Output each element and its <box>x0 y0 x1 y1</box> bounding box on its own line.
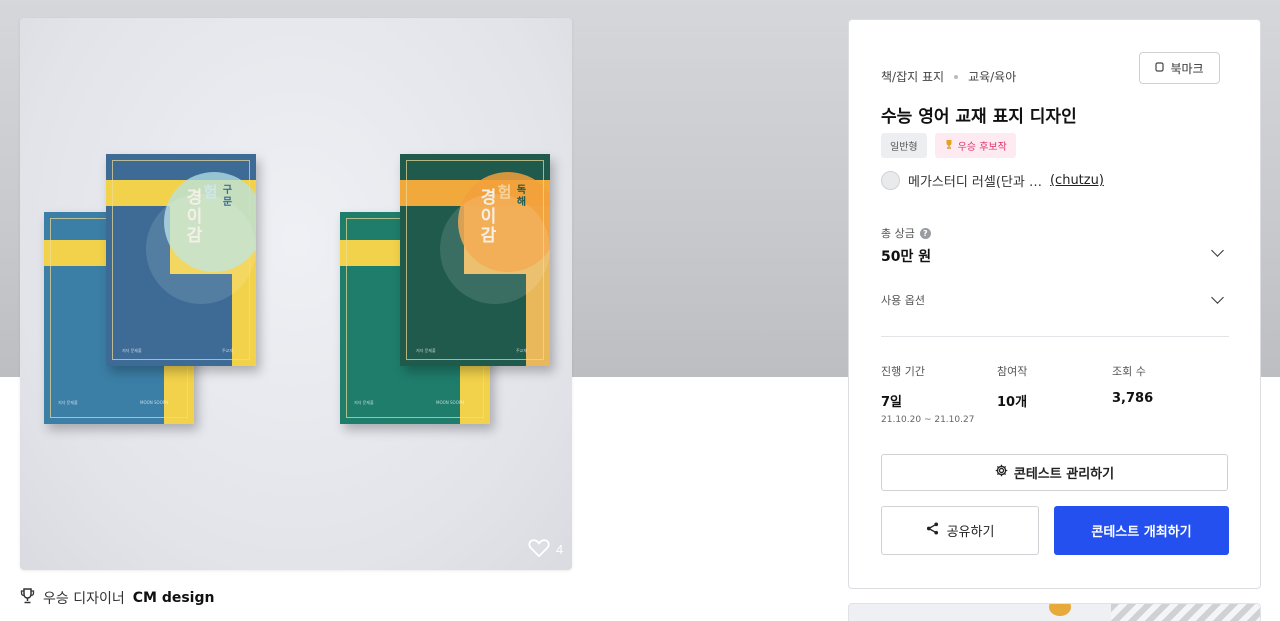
like-button[interactable]: 4 <box>528 538 563 560</box>
stat-entries-value: 10개 <box>997 395 1028 410</box>
book-footer-left: 저자 문제풀 <box>58 400 78 405</box>
share-icon <box>926 522 939 539</box>
heart-icon <box>528 538 550 560</box>
stat-views-label: 조회 수 <box>1112 365 1146 378</box>
book-subtitle: 구문 <box>220 184 231 208</box>
bookmark-icon <box>1155 61 1165 75</box>
like-count: 4 <box>556 541 564 557</box>
stat-period-dates: 21.10.20 ~ 21.10.27 <box>881 415 975 425</box>
contest-info-panel: 책/잡지 표지 교육/육아 북마크 수능 영어 교재 표지 디자인 일반형 우승… <box>848 19 1261 589</box>
book-spine-text: MOON SOOPH <box>436 400 465 405</box>
breadcrumb-separator <box>954 74 959 79</box>
winner-prefix: 우승 디자이너 <box>43 591 125 607</box>
breadcrumb-category[interactable]: 책/잡지 표지 <box>881 68 944 85</box>
gear-icon <box>995 464 1008 481</box>
book-footer-left: 저자 문제풀 <box>416 348 436 353</box>
manage-contest-label: 콘테스트 관리하기 <box>1013 467 1115 482</box>
trophy-icon <box>20 588 35 608</box>
client-info[interactable]: 메가스터디 러셀(단과 … (chutzu) <box>881 171 1104 190</box>
badge-row: 일반형 우승 후보작 <box>881 133 1016 158</box>
stat-period-label: 진행 기간 <box>881 365 925 378</box>
avatar <box>881 171 900 190</box>
candidate-badge-label: 우승 후보작 <box>957 142 1007 153</box>
divider <box>881 336 1229 337</box>
breadcrumb-subcategory[interactable]: 교육/육아 <box>968 68 1016 85</box>
book-footer-right: 주교재 <box>516 348 528 353</box>
prize-label: 총 상금 <box>881 227 915 240</box>
bookmark-label: 북마크 <box>1170 61 1204 76</box>
bookmark-button[interactable]: 북마크 <box>1139 52 1220 84</box>
next-card-preview[interactable] <box>848 603 1261 621</box>
book-teal-front: 경이감 험 독해 저자 문제풀 주교재 <box>400 154 550 366</box>
stat-views-value: 3,786 <box>1112 391 1154 406</box>
share-button[interactable]: 공유하기 <box>881 506 1039 555</box>
chevron-down-icon[interactable] <box>1211 291 1224 304</box>
book-blue-front: 경이감 험 구문 저자 문제풀 주교재 <box>106 154 256 366</box>
book-footer-right: 주교재 <box>222 348 234 353</box>
book-subtitle: 독해 <box>514 184 525 208</box>
book-footer-left: 저자 문제풀 <box>122 348 142 353</box>
contest-title: 수능 영어 교재 표지 디자인 <box>881 107 1077 127</box>
usage-options-label: 사용 옵션 <box>881 294 925 307</box>
breadcrumb: 책/잡지 표지 교육/육아 <box>881 68 1016 85</box>
client-name: 메가스터디 러셀(단과 … <box>908 175 1042 190</box>
share-label: 공유하기 <box>946 525 995 540</box>
host-contest-button[interactable]: 콘테스트 개최하기 <box>1054 506 1229 555</box>
prize-label-row: 총 상금 ? <box>881 225 931 241</box>
manage-contest-button[interactable]: 콘테스트 관리하기 <box>881 454 1228 491</box>
stat-period-value: 7일 <box>881 395 903 410</box>
prize-value: 50만 원 <box>881 249 932 265</box>
winner-name[interactable]: CM design <box>133 590 215 606</box>
book-footer-left: 저자 문제풀 <box>354 400 374 405</box>
stat-views: 조회 수 3,786 <box>1112 363 1153 406</box>
help-icon[interactable]: ? <box>919 227 931 239</box>
stat-period: 진행 기간 7일 21.10.20 ~ 21.10.27 <box>881 363 974 425</box>
chevron-down-icon[interactable] <box>1211 244 1224 257</box>
client-handle-link[interactable]: (chutzu) <box>1050 173 1104 188</box>
stat-entries-label: 참여작 <box>997 365 1028 378</box>
candidate-badge: 우승 후보작 <box>934 133 1016 158</box>
book-spine-text: MOON SOOPH <box>140 400 169 405</box>
trophy-icon <box>944 139 954 152</box>
winner-designer: 우승 디자이너 CM design <box>20 588 214 608</box>
stat-entries: 참여작 10개 <box>997 363 1027 410</box>
contest-artwork[interactable]: 저자 문제풀 MOON SOOPH 경이감 험 구문 저자 문제풀 주교재 저자… <box>20 18 572 570</box>
type-badge: 일반형 <box>881 133 927 158</box>
